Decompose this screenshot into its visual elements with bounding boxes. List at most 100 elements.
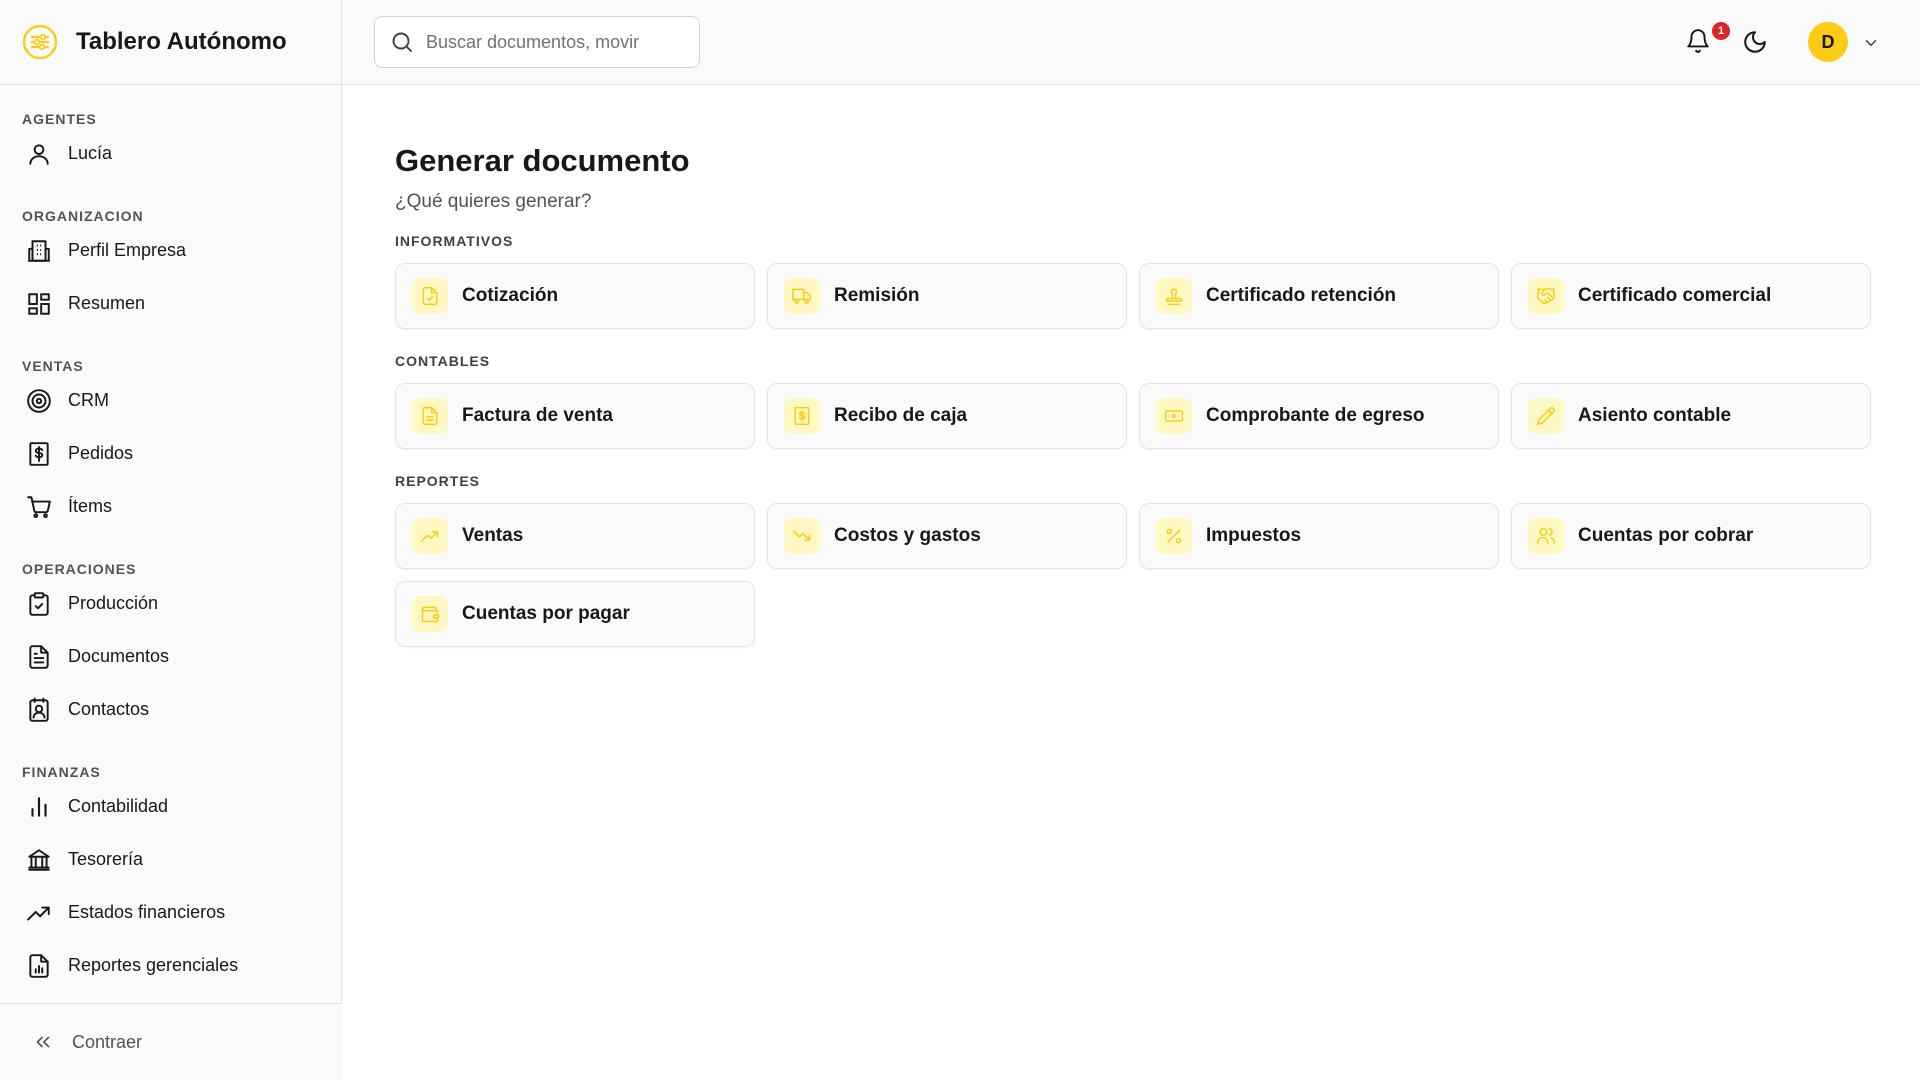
trending-up-icon bbox=[412, 518, 448, 554]
sidebar-item-tesoreria[interactable]: Tesorería bbox=[0, 833, 341, 886]
sidebar: Tablero Autónomo AGENTES Lucía ORGANIZAC… bbox=[0, 0, 342, 1080]
bank-icon bbox=[28, 848, 50, 871]
user-avatar[interactable]: D bbox=[1808, 22, 1848, 62]
card-label: Recibo de caja bbox=[834, 405, 968, 426]
dollar-receipt-icon bbox=[29, 441, 49, 466]
sidebar-item-label: Ítems bbox=[68, 496, 113, 516]
user-icon bbox=[29, 143, 49, 165]
sidebar-item-contactos[interactable]: Contactos bbox=[0, 683, 341, 736]
trending-up-icon bbox=[27, 906, 50, 920]
sidebar-item-pedidos[interactable]: Pedidos bbox=[0, 427, 341, 480]
sidebar-section-organizacion: ORGANIZACION bbox=[22, 208, 144, 224]
sidebar-item-label: Pedidos bbox=[68, 443, 134, 463]
page-title: Generar documento bbox=[395, 143, 690, 178]
sidebar-item-contabilidad[interactable]: Contabilidad bbox=[0, 780, 341, 833]
contact-icon bbox=[29, 697, 49, 722]
sidebar-item-resumen[interactable]: Resumen bbox=[0, 277, 341, 330]
chevron-down-icon[interactable] bbox=[1862, 34, 1880, 52]
bar-chart-icon bbox=[31, 796, 47, 817]
sidebar-item-produccion[interactable]: Producción bbox=[0, 577, 341, 630]
card-certificado-retencion[interactable]: Certificado retención bbox=[1139, 263, 1499, 329]
file-chart-icon bbox=[29, 953, 49, 978]
bell-icon bbox=[1687, 29, 1709, 53]
sidebar-section-finanzas: FINANZAS bbox=[22, 764, 101, 780]
sidebar-item-estados-financieros[interactable]: Estados financieros bbox=[0, 886, 341, 939]
wallet-icon bbox=[412, 596, 448, 632]
card-cuentas-por-cobrar[interactable]: Cuentas por cobrar bbox=[1511, 503, 1871, 569]
stamp-icon bbox=[1156, 278, 1192, 314]
card-label: Impuestos bbox=[1206, 525, 1302, 546]
sidebar-nav: AGENTES Lucía ORGANIZACION Perfil Empres… bbox=[0, 85, 341, 992]
card-label: Comprobante de egreso bbox=[1206, 405, 1425, 426]
percent-icon bbox=[1156, 518, 1192, 554]
card-costos-y-gastos[interactable]: Costos y gastos bbox=[767, 503, 1127, 569]
invoice-icon bbox=[412, 398, 448, 434]
chevrons-left-icon bbox=[36, 1036, 50, 1048]
sidebar-item-perfil-empresa[interactable]: Perfil Empresa bbox=[0, 224, 341, 277]
card-label: Certificado retención bbox=[1206, 285, 1397, 306]
sidebar-section-agentes: AGENTES bbox=[22, 111, 97, 127]
card-asiento-contable[interactable]: Asiento contable bbox=[1511, 383, 1871, 449]
search-box[interactable] bbox=[374, 16, 700, 68]
card-cuentas-por-pagar[interactable]: Cuentas por pagar bbox=[395, 581, 755, 647]
group-reportes: Ventas Costos y gastos Impuestos Cuentas… bbox=[395, 503, 1871, 647]
file-check-icon bbox=[412, 278, 448, 314]
file-text-icon bbox=[29, 644, 49, 669]
brand[interactable]: Tablero Autónomo bbox=[0, 0, 341, 85]
card-ventas[interactable]: Ventas bbox=[395, 503, 755, 569]
card-label: Asiento contable bbox=[1578, 405, 1732, 426]
clipboard-check-icon bbox=[29, 591, 49, 616]
group-informativos: Cotización Remisión Certificado retenció… bbox=[395, 263, 1871, 329]
sidebar-item-label: Producción bbox=[68, 593, 159, 613]
card-label: Cuentas por cobrar bbox=[1578, 525, 1754, 546]
card-impuestos[interactable]: Impuestos bbox=[1139, 503, 1499, 569]
sidebar-item-label: Estados financieros bbox=[68, 902, 226, 922]
card-label: Cuentas por pagar bbox=[462, 603, 630, 624]
card-label: Certificado comercial bbox=[1578, 285, 1772, 306]
card-factura-de-venta[interactable]: Factura de venta bbox=[395, 383, 755, 449]
banknote-icon bbox=[1156, 398, 1192, 434]
sidebar-item-label: Documentos bbox=[68, 646, 170, 666]
card-label: Factura de venta bbox=[462, 405, 613, 426]
page-subtitle: ¿Qué quieres generar? bbox=[395, 191, 592, 212]
card-comprobante-de-egreso[interactable]: Comprobante de egreso bbox=[1139, 383, 1499, 449]
card-certificado-comercial[interactable]: Certificado comercial bbox=[1511, 263, 1871, 329]
sidebar-item-documentos[interactable]: Documentos bbox=[0, 630, 341, 683]
sidebar-item-label: Perfil Empresa bbox=[68, 240, 187, 260]
sidebar-item-label: CRM bbox=[68, 390, 109, 410]
truck-icon bbox=[784, 278, 820, 314]
card-cotizacion[interactable]: Cotización bbox=[395, 263, 755, 329]
building-icon bbox=[28, 239, 50, 262]
sidebar-item-label: Reportes gerenciales bbox=[68, 955, 239, 975]
card-label: Costos y gastos bbox=[834, 525, 981, 546]
sidebar-item-label: Lucía bbox=[68, 143, 113, 163]
group-title-reportes: REPORTES bbox=[395, 473, 481, 489]
group-title-informativos: INFORMATIVOS bbox=[395, 233, 514, 249]
card-remision[interactable]: Remisión bbox=[767, 263, 1127, 329]
sidebar-item-reportes-gerenciales[interactable]: Reportes gerenciales bbox=[0, 939, 341, 992]
notifications-button[interactable] bbox=[1681, 24, 1715, 58]
sidebar-item-label: Contactos bbox=[68, 699, 150, 719]
sidebar-item-items[interactable]: Ítems bbox=[0, 480, 341, 533]
trending-down-icon bbox=[784, 518, 820, 554]
group-title-contables: CONTABLES bbox=[395, 353, 491, 369]
sidebar-section-operaciones: OPERACIONES bbox=[22, 561, 137, 577]
sidebar-item-crm[interactable]: CRM bbox=[0, 374, 341, 427]
sliders-icon bbox=[22, 24, 58, 60]
collapse-sidebar-button[interactable]: Contraer bbox=[0, 1003, 342, 1080]
sidebar-item-lucia[interactable]: Lucía bbox=[0, 127, 341, 180]
card-label: Remisión bbox=[834, 285, 920, 306]
moon-icon bbox=[1744, 31, 1766, 53]
receipt-icon bbox=[784, 398, 820, 434]
sidebar-item-label: Tesorería bbox=[68, 849, 144, 869]
theme-toggle-button[interactable] bbox=[1739, 26, 1771, 58]
pencil-icon bbox=[1528, 398, 1564, 434]
layout-grid-icon bbox=[28, 292, 50, 315]
group-contables: Factura de venta Recibo de caja Comproba… bbox=[395, 383, 1871, 449]
app-title: Tablero Autónomo bbox=[76, 28, 287, 55]
search-icon bbox=[392, 32, 412, 52]
search-input[interactable] bbox=[426, 31, 666, 53]
topbar: 1 D bbox=[342, 0, 1920, 85]
card-recibo-de-caja[interactable]: Recibo de caja bbox=[767, 383, 1127, 449]
sidebar-item-label: Contabilidad bbox=[68, 796, 169, 816]
